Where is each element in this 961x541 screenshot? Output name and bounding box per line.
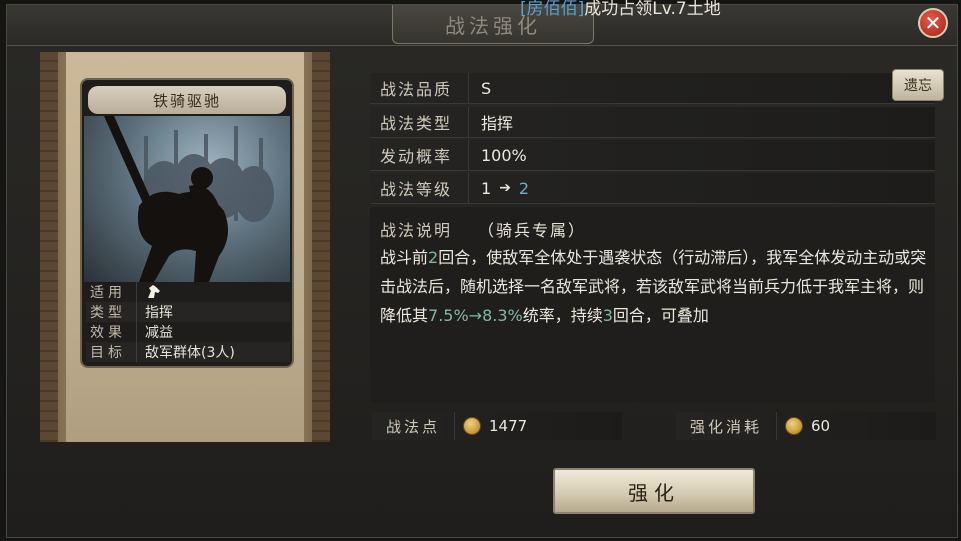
- skill-point-coin-icon: [463, 417, 482, 435]
- skill-points-label: 战法点: [386, 417, 441, 436]
- enhance-cost-value: 60: [811, 417, 831, 435]
- description-header: 战法说明 （骑兵专属）: [380, 217, 586, 241]
- description-panel: 战法说明 （骑兵专属） 战斗前2回合，使敌军全体处于遇袭状态（行动滞后），我军全体…: [370, 207, 935, 403]
- desc-highlight: 7.5%→8.3%: [428, 306, 523, 325]
- skill-card-value: 指挥: [136, 302, 173, 322]
- desc-text-4: 回合，可叠加: [612, 306, 709, 325]
- rate-row: 发动概率 100%: [370, 140, 935, 171]
- enhance-cost-value-wrap: 60: [776, 412, 830, 440]
- skill-card-key: 类型: [90, 305, 126, 321]
- type-value: 指挥: [468, 107, 513, 137]
- skill-card-row-effect: 效果 减益: [86, 322, 290, 342]
- enhance-cost-label: 强化消耗: [690, 417, 763, 436]
- desc-num-1: 2: [428, 248, 439, 267]
- type-row: 战法类型 指挥: [370, 107, 935, 138]
- close-icon: ✕: [924, 11, 942, 35]
- skill-card-key: 目标: [90, 345, 126, 361]
- quality-value: S: [468, 73, 491, 103]
- quality-label: 战法品质: [380, 80, 453, 99]
- skill-card-key: 适用: [90, 285, 126, 301]
- desc-text-1: 战斗前: [380, 248, 429, 267]
- rate-label: 发动概率: [380, 147, 453, 166]
- level-label: 战法等级: [380, 180, 453, 199]
- level-row: 战法等级 1 ➔ 2: [370, 173, 935, 204]
- close-button[interactable]: ✕: [918, 8, 948, 38]
- quality-row: 战法品质 S: [370, 73, 935, 104]
- skill-card-row-type: 类型 指挥: [86, 302, 290, 322]
- inherit-button[interactable]: 遗忘: [892, 69, 944, 101]
- type-label: 战法类型: [380, 114, 453, 133]
- desc-text-3: 统率，持续: [522, 306, 603, 325]
- notification-banner: [房佰佰]成功占领Lv.7土地: [520, 0, 721, 19]
- description-tag: （骑兵专属）: [478, 221, 587, 240]
- notification-message: 成功占领Lv.7土地: [584, 0, 721, 19]
- description-text: 战斗前2回合，使敌军全体处于遇袭状态（行动滞后），我军全体发动主动或突击战法后，…: [380, 243, 930, 330]
- skill-points-stat: 战法点 1477: [372, 412, 622, 440]
- skill-card-value: [136, 282, 163, 302]
- desc-num-2: 3: [602, 306, 613, 325]
- skill-card: 铁骑驱驰 适用 类型 指挥 效果 减益 目标 敌军群体(3人): [80, 78, 294, 368]
- scroll-roller-left: [40, 52, 58, 442]
- description-label: 战法说明: [380, 221, 453, 240]
- skill-card-row-applies: 适用: [86, 282, 290, 302]
- skill-card-value: 减益: [136, 322, 173, 342]
- enhance-button[interactable]: 强化: [553, 468, 755, 514]
- notification-player: [房佰佰]: [520, 0, 585, 19]
- skill-card-key: 效果: [90, 325, 126, 341]
- rate-value: 100%: [468, 140, 527, 170]
- skill-card-art: [84, 116, 290, 282]
- cavalry-silhouette-image: [104, 116, 274, 282]
- level-from: 1: [481, 178, 492, 198]
- skill-point-coin-icon: [785, 417, 804, 435]
- skill-points-value-wrap: 1477: [454, 412, 527, 440]
- arrow-right-icon: ➔: [499, 180, 511, 196]
- skill-card-value: 敌军群体(3人): [136, 342, 235, 362]
- skill-card-name: 铁骑驱驰: [88, 86, 286, 114]
- level-to: 2: [518, 178, 530, 198]
- skill-card-row-target: 目标 敌军群体(3人): [86, 342, 290, 362]
- level-value: 1 ➔ 2: [468, 173, 529, 203]
- cavalry-icon: [148, 285, 160, 298]
- enhance-cost-stat: 强化消耗 60: [676, 412, 936, 440]
- scroll-roller-right: [312, 52, 330, 442]
- skill-points-value: 1477: [489, 417, 528, 435]
